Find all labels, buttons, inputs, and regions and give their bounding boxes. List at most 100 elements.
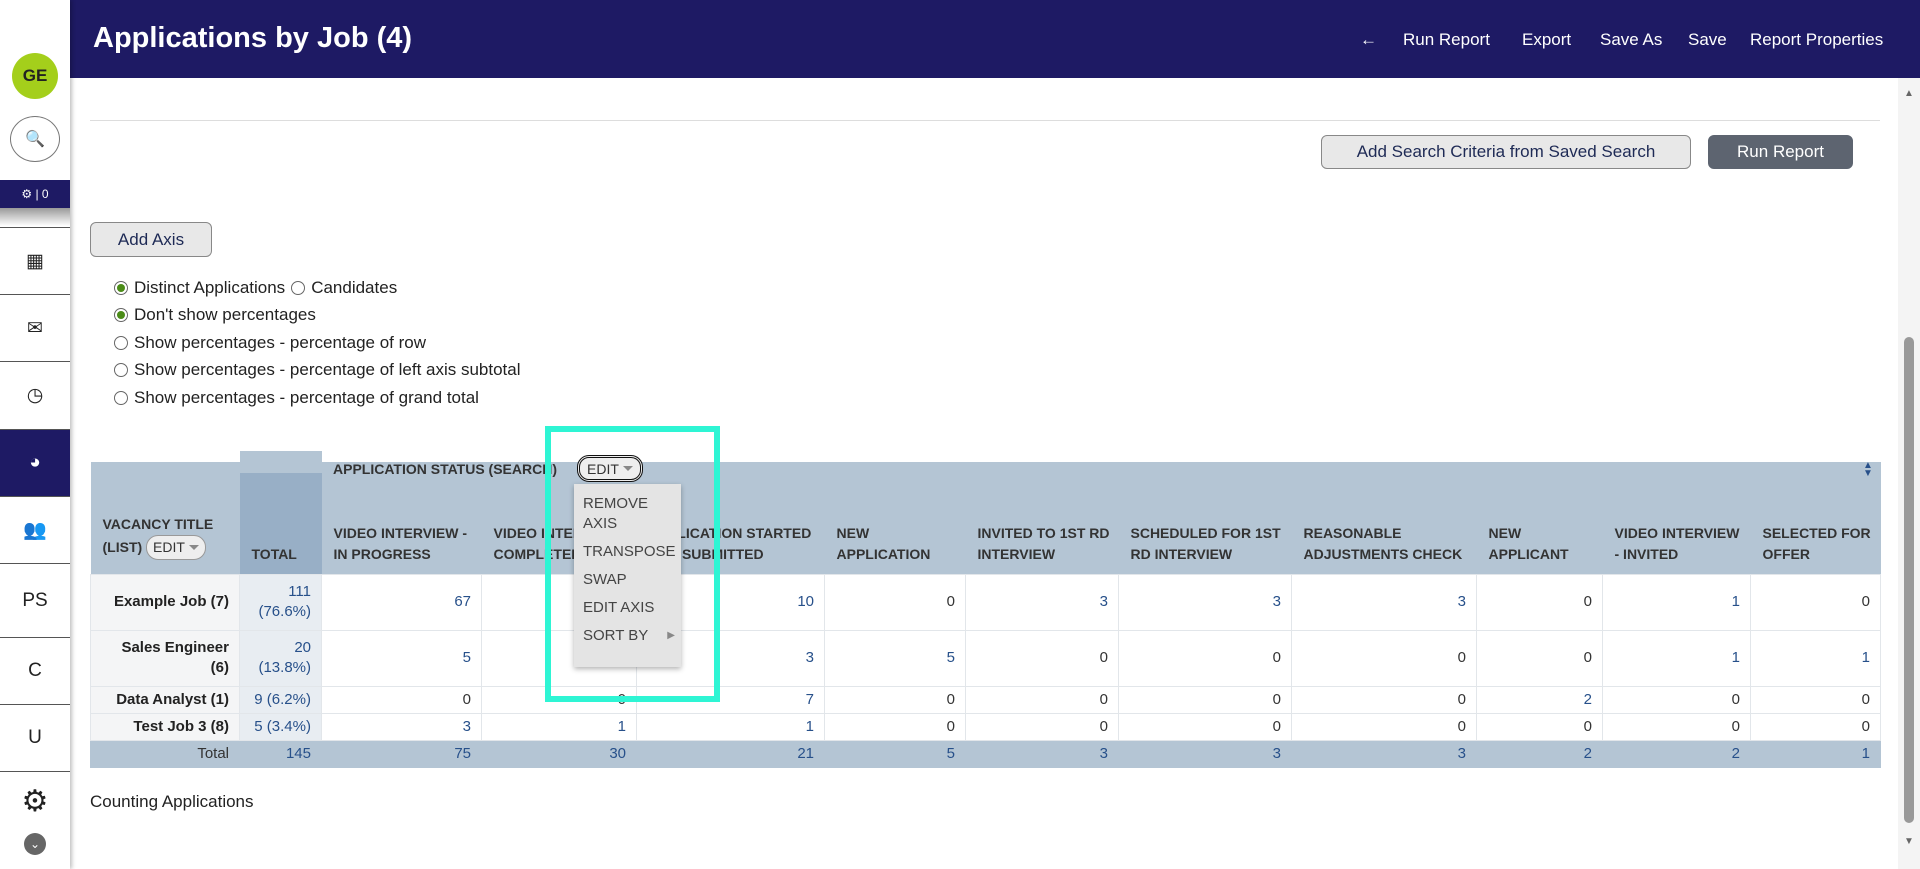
table-cell[interactable]: 5 — [321, 629, 482, 687]
save-as-link[interactable]: Save As — [1600, 30, 1662, 50]
pct-grand-total-radio[interactable] — [114, 391, 128, 405]
menu-sort-by[interactable]: SORT BY ▶ — [574, 622, 681, 650]
table-cell[interactable]: 2 — [1602, 739, 1751, 768]
pct-none-radio[interactable] — [114, 308, 128, 322]
pct-row-radio[interactable] — [114, 336, 128, 350]
table-cell[interactable]: 3 — [1118, 739, 1292, 768]
sort-icon[interactable]: ▲ ▼ — [1863, 461, 1873, 479]
count-options: Distinct Applications Candidates — [114, 278, 397, 298]
run-report-link[interactable]: Run Report — [1403, 30, 1490, 50]
notification-count: | 0 — [35, 187, 49, 201]
calendar-icon[interactable]: ▦ — [0, 227, 70, 294]
chevron-down-icon[interactable]: ⌄ — [24, 833, 46, 855]
scroll-up-icon[interactable]: ▲ — [1904, 88, 1914, 99]
table-cell[interactable]: 67 — [321, 573, 482, 631]
sidebar-item-u[interactable]: U — [0, 704, 70, 771]
row-label: Example Job (7) — [90, 573, 240, 631]
sidebar-item-ps[interactable]: PS — [0, 563, 70, 637]
table-cell[interactable]: 21 — [636, 739, 825, 768]
menu-edit-axis[interactable]: EDIT AXIS — [574, 594, 681, 622]
mail-icon[interactable]: ✉ — [0, 294, 70, 361]
table-cell[interactable]: 2 — [1476, 685, 1603, 714]
table-cell[interactable]: 3 — [321, 712, 482, 741]
scroll-down-icon[interactable]: ▼ — [1904, 836, 1914, 847]
table-cell: 0 — [824, 685, 966, 714]
total-header: TOTAL — [239, 451, 322, 574]
table-cell[interactable]: 1 — [1750, 629, 1881, 687]
add-saved-search-button[interactable]: Add Search Criteria from Saved Search — [1321, 135, 1691, 169]
table-cell: 0 — [1750, 712, 1881, 741]
table-cell[interactable]: 3 — [965, 739, 1119, 768]
row-total[interactable]: 5 (3.4%) — [239, 712, 322, 741]
run-report-button[interactable]: Run Report — [1708, 135, 1853, 169]
table-cell: 0 — [965, 629, 1119, 687]
scrollbar[interactable]: ▲ ▼ — [1898, 78, 1920, 869]
menu-remove-axis[interactable]: REMOVE AXIS — [574, 490, 681, 538]
table-cell[interactable]: 5 — [824, 739, 966, 768]
back-button[interactable]: ← — [1360, 30, 1377, 50]
table-cell[interactable]: 3 — [965, 573, 1119, 631]
table-cell[interactable]: 3 — [1291, 739, 1477, 768]
gear-icon: ⚙ — [21, 187, 36, 201]
table-row: Example Job (7) 111 (76.6%) 67 10 0 3 3 3 0 1 0 — [90, 573, 1881, 631]
axis-context-menu: REMOVE AXIS TRANSPOSE SWAP EDIT AXIS SOR… — [574, 484, 681, 667]
column-header: SELECTED FOR OFFER — [1750, 462, 1881, 574]
table-cell: 0 — [1118, 712, 1292, 741]
menu-transpose[interactable]: TRANSPOSE — [574, 538, 681, 566]
report-table: VACANCY TITLE (LIST) EDIT TOTAL VIDEO IN… — [90, 451, 1881, 768]
column-header: NEW APPLICATION — [824, 462, 966, 574]
table-cell: 0 — [965, 712, 1119, 741]
settings-gear-icon[interactable]: ⚙ — [0, 771, 70, 831]
scroll-thumb[interactable] — [1904, 337, 1914, 823]
table-cell: 0 — [481, 685, 637, 714]
table-cell[interactable]: 30 — [481, 739, 637, 768]
table-cell[interactable]: 7 — [636, 685, 825, 714]
row-total[interactable]: 111 (76.6%) — [239, 573, 322, 631]
column-axis-title: APPLICATION STATUS (SEARCH) — [333, 461, 557, 477]
chevron-down-icon — [622, 466, 633, 471]
sidebar: GE 🔍 ⚙ | 0 ▦ ✉ ◷ ◕ 👥 PS C U ⚙ ⌄ — [0, 0, 70, 869]
column-axis-edit-button[interactable]: EDIT — [577, 455, 643, 482]
radio-label: Candidates — [311, 278, 398, 297]
table-cell: 0 — [1476, 629, 1603, 687]
divider — [90, 120, 1880, 121]
table-cell[interactable]: 1 — [1602, 629, 1751, 687]
radio-label: Show percentages - percentage of grand t… — [134, 388, 479, 407]
export-link[interactable]: Export — [1522, 30, 1571, 50]
table-row: Sales Engineer (6) 20 (13.8%) 5 3 5 0 0 0 0 1 1 — [90, 629, 1881, 687]
table-cell[interactable]: 75 — [321, 739, 482, 768]
report-properties-link[interactable]: Report Properties — [1750, 30, 1883, 50]
reports-pie-icon[interactable]: ◕ — [0, 429, 70, 496]
notification-bar[interactable]: ⚙ | 0 — [0, 180, 70, 208]
table-cell[interactable]: 3 — [1291, 573, 1477, 631]
add-axis-button[interactable]: Add Axis — [90, 222, 212, 257]
table-cell[interactable]: 1 — [636, 712, 825, 741]
table-cell[interactable]: 3 — [1118, 573, 1292, 631]
table-cell: 0 — [1291, 685, 1477, 714]
people-icon[interactable]: 👥 — [0, 496, 70, 563]
save-link[interactable]: Save — [1688, 30, 1727, 50]
search-button[interactable]: 🔍 — [10, 116, 60, 162]
table-cell[interactable]: 1 — [1602, 573, 1751, 631]
avatar[interactable]: GE — [12, 53, 58, 99]
table-cell[interactable]: 1 — [1750, 739, 1881, 768]
row-total[interactable]: 9 (6.2%) — [239, 685, 322, 714]
table-row: Test Job 3 (8) 5 (3.4%) 3 1 1 0 0 0 0 0 0 0 — [90, 712, 1881, 741]
table-cell: 0 — [1476, 573, 1603, 631]
row-axis-edit-button[interactable]: EDIT — [146, 534, 206, 560]
distinct-applications-radio[interactable] — [114, 281, 128, 295]
row-total[interactable]: 145 — [239, 739, 322, 768]
table-cell: 0 — [1750, 573, 1881, 631]
table-cell[interactable]: 1 — [481, 712, 637, 741]
table-cell: 0 — [1291, 712, 1477, 741]
row-total[interactable]: 20 (13.8%) — [239, 629, 322, 687]
column-header: NEW APPLICANT — [1476, 462, 1603, 574]
pct-left-subtotal-radio[interactable] — [114, 363, 128, 377]
menu-swap[interactable]: SWAP — [574, 566, 681, 594]
candidates-radio[interactable] — [291, 281, 306, 295]
table-cell[interactable]: 5 — [824, 629, 966, 687]
clock-icon[interactable]: ◷ — [0, 361, 70, 429]
table-cell[interactable]: 2 — [1476, 739, 1603, 768]
divider — [0, 208, 70, 226]
sidebar-item-c[interactable]: C — [0, 637, 70, 704]
